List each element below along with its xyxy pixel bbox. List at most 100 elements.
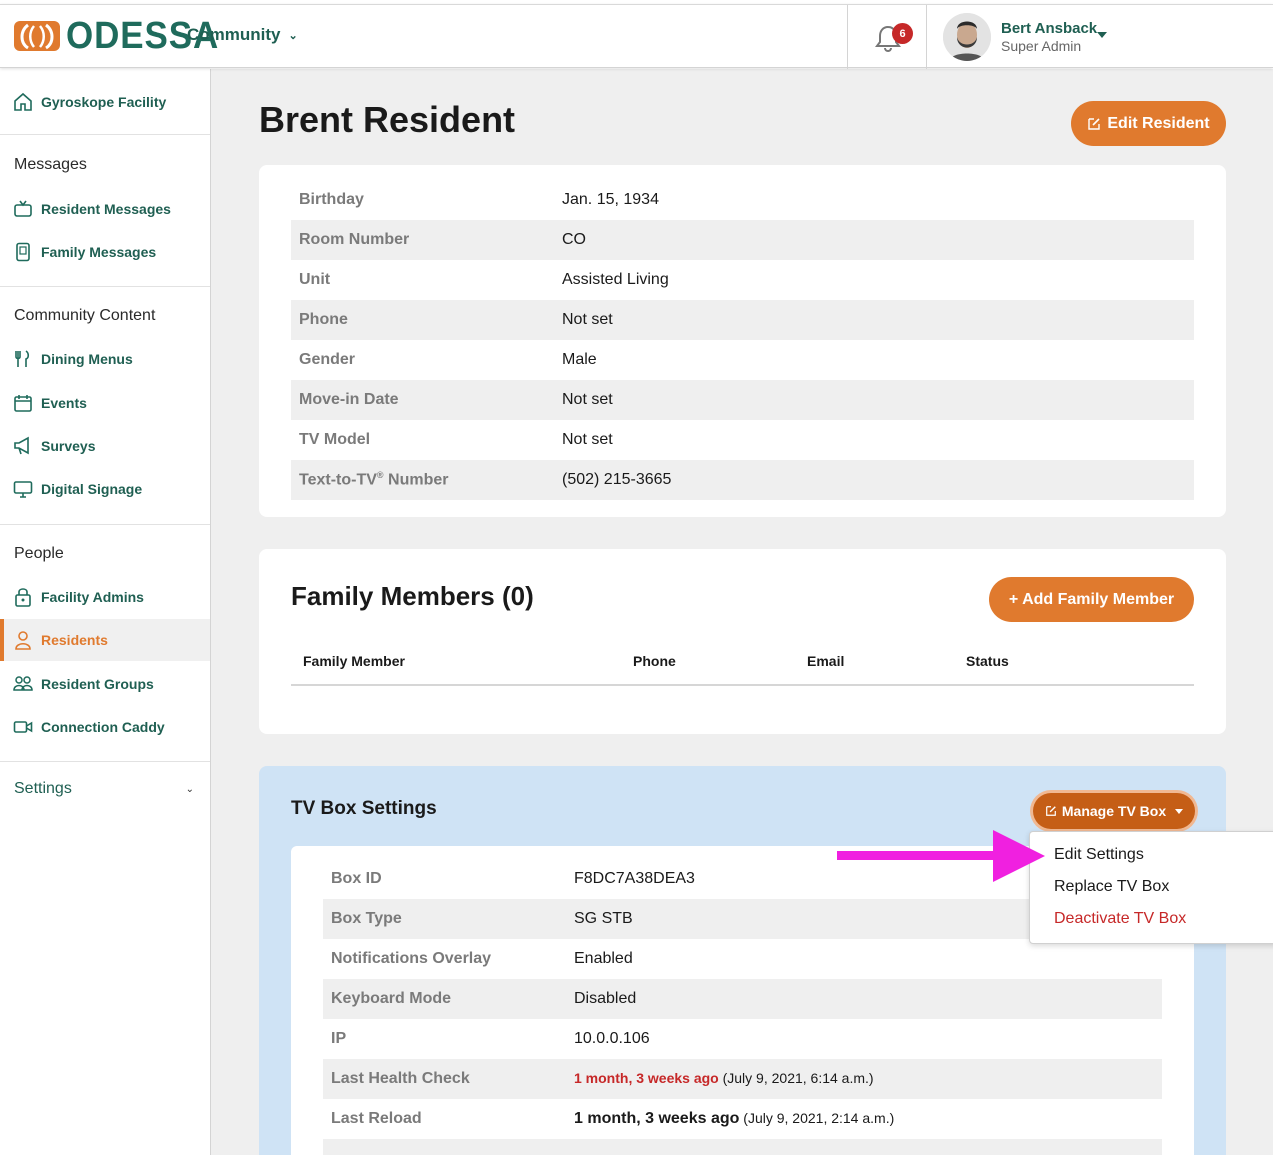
tv-box-title: TV Box Settings: [291, 798, 437, 819]
detail-row: TV Model Not set: [291, 420, 1194, 460]
family-members-card: Family Members (0) + Add Family Member F…: [259, 549, 1226, 734]
detail-row: Unit Assisted Living: [291, 260, 1194, 300]
menu-item-deactivate-tv-box[interactable]: Deactivate TV Box: [1054, 910, 1186, 928]
tv-detail-row: Last Reload 1 month, 3 weeks ago (July 9…: [323, 1099, 1162, 1139]
add-family-member-button[interactable]: + Add Family Member: [989, 577, 1194, 622]
sidebar: Gyroskope Facility Messages Resident Mes…: [0, 69, 211, 1155]
tv-box-settings-card: TV Box Settings Manage TV Box Box ID F8DC…: [259, 766, 1226, 1155]
detail-label: IP: [331, 1030, 347, 1047]
detail-value: Male: [562, 351, 597, 368]
column-header[interactable]: Phone: [633, 653, 676, 669]
header-divider: [847, 5, 848, 69]
sidebar-item-surveys[interactable]: Surveys: [0, 425, 210, 467]
column-header[interactable]: Status: [966, 653, 1009, 669]
sidebar-item-label: Facility Admins: [41, 589, 144, 605]
detail-value: CO: [562, 231, 586, 248]
sidebar-divider: [0, 761, 210, 762]
section-title-community-content: Community Content: [14, 307, 156, 324]
sidebar-item-label: Residents: [41, 632, 108, 648]
caret-down-icon[interactable]: [1097, 32, 1107, 38]
detail-label: Last Reload: [331, 1110, 422, 1127]
calendar-icon: [14, 395, 32, 412]
sidebar-item-facility-admins[interactable]: Facility Admins: [0, 576, 210, 618]
user-name[interactable]: Bert Ansback: [1001, 20, 1097, 37]
sidebar-item-settings[interactable]: Settings ⌄: [14, 780, 194, 798]
tv-detail-row: Keyboard Mode Disabled: [323, 979, 1162, 1019]
detail-row: Move-in Date Not set: [291, 380, 1194, 420]
sidebar-item-events[interactable]: Events: [0, 382, 210, 424]
detail-value: SG STB: [574, 910, 633, 927]
tv-detail-row: Last Health Check 1 month, 3 weeks ago (…: [323, 1059, 1162, 1099]
manage-tv-box-button[interactable]: Manage TV Box: [1033, 793, 1195, 829]
caret-down-icon: [1175, 808, 1184, 814]
settings-label: Settings: [14, 780, 72, 797]
chevron-down-icon: ⌄: [185, 783, 194, 795]
table-header-divider: [291, 684, 1194, 686]
tv-detail-row: Notifications Overlay Enabled: [323, 939, 1162, 979]
detail-label: Gender: [299, 351, 356, 368]
tv-detail-row: [323, 1139, 1162, 1155]
avatar[interactable]: [943, 13, 991, 61]
detail-label: Phone: [299, 311, 348, 328]
detail-value: 1 month, 3 weeks ago (July 9, 2021, 2:14…: [574, 1110, 894, 1128]
sidebar-item-label: Events: [41, 395, 87, 411]
notification-badge: 6: [892, 23, 913, 44]
sidebar-item-facility[interactable]: Gyroskope Facility: [0, 69, 210, 135]
megaphone-icon: [14, 436, 29, 455]
edit-icon: [1045, 806, 1056, 816]
sidebar-item-dining-menus[interactable]: Dining Menus: [0, 338, 210, 380]
sidebar-item-residents[interactable]: Residents: [0, 619, 210, 661]
menu-item-replace-tv-box[interactable]: Replace TV Box: [1054, 878, 1169, 896]
sidebar-item-label: Digital Signage: [41, 481, 143, 497]
detail-label: Room Number: [299, 231, 410, 248]
detail-label: Move-in Date: [299, 391, 399, 408]
detail-value: Enabled: [574, 950, 633, 967]
detail-value: 1 month, 3 weeks ago (July 9, 2021, 6:14…: [574, 1070, 874, 1088]
detail-label: Text-to-TV® Number: [299, 470, 449, 489]
top-header: ODESSA Community ⌄ 6 Bert Ansback Super …: [0, 4, 1273, 69]
health-check-relative: 1 month, 3 weeks ago: [574, 1070, 719, 1086]
page-title: Brent Resident: [259, 99, 516, 140]
sidebar-divider: [0, 524, 210, 525]
sidebar-item-resident-messages[interactable]: Resident Messages: [0, 188, 210, 230]
community-dropdown[interactable]: Community ⌄: [187, 25, 298, 45]
sidebar-item-resident-groups[interactable]: Resident Groups: [0, 663, 210, 705]
detail-value: Jan. 15, 1934: [562, 191, 659, 208]
detail-label: Keyboard Mode: [331, 990, 452, 1007]
detail-value: 10.0.0.106: [574, 1030, 650, 1047]
section-title-people: People: [14, 545, 64, 562]
detail-label: Box ID: [331, 870, 382, 887]
home-icon: [14, 92, 32, 111]
last-reload-relative: 1 month, 3 weeks ago: [574, 1110, 740, 1127]
detail-row: Phone Not set: [291, 300, 1194, 340]
detail-value: Not set: [562, 431, 613, 448]
last-reload-date: (July 9, 2021, 2:14 a.m.): [739, 1110, 895, 1126]
detail-value: F8DC7A38DEA3: [574, 870, 695, 887]
column-header[interactable]: Family Member: [303, 653, 405, 669]
edit-resident-button[interactable]: Edit Resident: [1071, 101, 1226, 146]
chevron-down-icon: ⌄: [288, 29, 298, 42]
manage-tv-box-label: Manage TV Box: [1061, 803, 1167, 819]
video-camera-icon: [13, 721, 33, 733]
lock-icon: [15, 588, 31, 607]
monitor-icon: [13, 481, 33, 498]
detail-value: (502) 215-3665: [562, 471, 672, 488]
detail-row: Room Number CO: [291, 220, 1194, 260]
detail-label: Last Health Check: [331, 1070, 470, 1087]
sidebar-item-digital-signage[interactable]: Digital Signage: [0, 468, 210, 510]
sidebar-item-label: Family Messages: [41, 244, 157, 260]
detail-value: Disabled: [574, 990, 637, 1007]
edit-icon: [1088, 117, 1101, 130]
column-header[interactable]: Email: [807, 653, 844, 669]
menu-item-edit-settings[interactable]: Edit Settings: [1054, 846, 1144, 864]
group-icon: [13, 676, 33, 691]
detail-label: Birthday: [299, 191, 364, 208]
section-title-messages: Messages: [14, 156, 87, 173]
sidebar-item-label: Surveys: [41, 438, 96, 454]
detail-row: Birthday Jan. 15, 1934: [291, 180, 1194, 220]
sidebar-item-connection-caddy[interactable]: Connection Caddy: [0, 706, 210, 748]
sidebar-item-family-messages[interactable]: Family Messages: [0, 231, 210, 273]
sidebar-item-label: Connection Caddy: [41, 719, 165, 735]
detail-label: TV Model: [299, 431, 371, 448]
resident-details-card: Birthday Jan. 15, 1934 Room Number CO Unit…: [259, 165, 1226, 517]
